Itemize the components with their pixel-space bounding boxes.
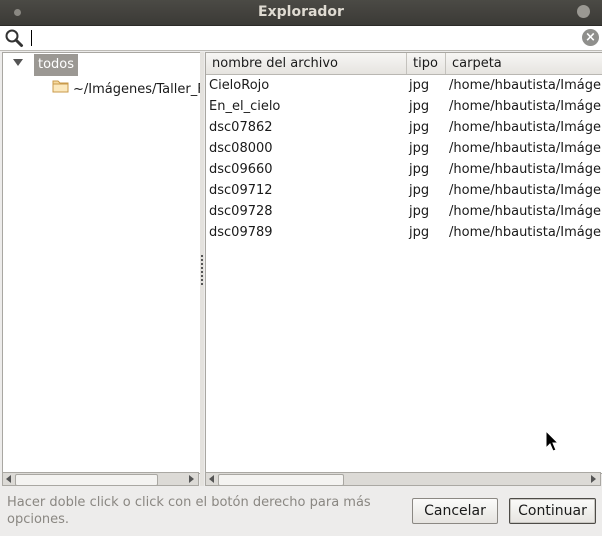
file-table: nombre del archivo tipo carpeta CieloRoj… xyxy=(205,52,602,474)
table-row[interactable]: dsc08000 jpg/home/hbautista/Imágen xyxy=(206,138,602,159)
cell-filename: dsc07862 xyxy=(209,120,273,135)
cell-type: jpg xyxy=(409,225,430,240)
cell-folder: /home/hbautista/Imágen xyxy=(449,99,602,114)
cell-type: jpg xyxy=(409,99,430,114)
explorer-window: Explorador × todos ~/Imágenes/Taller_F n… xyxy=(0,0,602,536)
table-row[interactable]: dsc07862 jpg/home/hbautista/Imágen xyxy=(206,117,602,138)
cell-folder: /home/hbautista/Imágen xyxy=(449,183,602,198)
left-horizontal-scrollbar[interactable] xyxy=(2,472,199,486)
search-input[interactable] xyxy=(28,28,573,48)
cell-type: jpg xyxy=(409,141,430,156)
column-header-type[interactable]: tipo xyxy=(407,53,446,74)
cell-filename: CieloRojo xyxy=(209,78,270,93)
table-row[interactable]: dsc09789 jpg/home/hbautista/Imágen xyxy=(206,222,602,243)
right-horizontal-scrollbar[interactable] xyxy=(205,472,601,486)
table-row[interactable]: dsc09712 jpg/home/hbautista/Imágen xyxy=(206,180,602,201)
scrollbar-thumb[interactable] xyxy=(218,474,344,486)
tree-item-label: ~/Imágenes/Taller_F xyxy=(73,82,201,97)
cell-filename: En_el_cielo xyxy=(209,99,281,114)
table-header: nombre del archivo tipo carpeta xyxy=(206,53,602,75)
tree-item-folder[interactable]: ~/Imágenes/Taller_F xyxy=(52,79,201,100)
cell-filename: dsc09712 xyxy=(209,183,273,198)
cell-folder: /home/hbautista/Imágen xyxy=(449,162,602,177)
cell-folder: /home/hbautista/Imágen xyxy=(449,204,602,219)
folder-tree: todos ~/Imágenes/Taller_F xyxy=(2,52,201,474)
cell-type: jpg xyxy=(409,204,430,219)
search-bar: × xyxy=(0,26,602,51)
scroll-right-icon[interactable] xyxy=(591,475,596,483)
cell-type: jpg xyxy=(409,78,430,93)
cell-filename: dsc09660 xyxy=(209,162,273,177)
maximize-window-icon[interactable] xyxy=(577,5,590,18)
splitter-grip-icon[interactable] xyxy=(201,255,203,287)
cancel-button[interactable]: Cancelar xyxy=(412,498,498,524)
table-row[interactable]: CieloRojo jpg/home/hbautista/Imágen xyxy=(206,75,602,96)
cell-filename: dsc09789 xyxy=(209,225,273,240)
cell-folder: /home/hbautista/Imágen xyxy=(449,120,602,135)
cell-type: jpg xyxy=(409,162,430,177)
cell-folder: /home/hbautista/Imágen xyxy=(449,225,602,240)
scroll-left-icon[interactable] xyxy=(6,475,11,483)
mouse-pointer-icon xyxy=(545,429,561,458)
folder-icon xyxy=(52,79,69,100)
tree-item-todos[interactable]: todos xyxy=(34,54,79,76)
text-caret xyxy=(31,30,32,46)
tree-expander-icon[interactable] xyxy=(13,59,23,66)
title-bar[interactable]: Explorador xyxy=(0,0,602,26)
table-row[interactable]: dsc09660 jpg/home/hbautista/Imágen xyxy=(206,159,602,180)
cell-filename: dsc08000 xyxy=(209,141,273,156)
cell-type: jpg xyxy=(409,120,430,135)
scroll-left-icon[interactable] xyxy=(209,475,214,483)
cell-folder: /home/hbautista/Imágen xyxy=(449,141,602,156)
window-title: Explorador xyxy=(258,4,344,20)
table-row[interactable]: En_el_cielo jpg/home/hbautista/Imágen xyxy=(206,96,602,117)
hint-text: Hacer doble click o click con el botón d… xyxy=(7,495,371,527)
table-row[interactable]: dsc09728 jpg/home/hbautista/Imágen xyxy=(206,201,602,222)
continue-button[interactable]: Continuar xyxy=(509,498,596,524)
scroll-right-icon[interactable] xyxy=(189,475,194,483)
clear-search-icon[interactable]: × xyxy=(582,29,599,46)
cell-filename: dsc09728 xyxy=(209,204,273,219)
scrollbar-thumb[interactable] xyxy=(15,474,158,486)
cell-folder: /home/hbautista/Imágen xyxy=(449,78,602,93)
search-icon xyxy=(4,28,24,52)
column-header-name[interactable]: nombre del archivo xyxy=(206,53,407,74)
column-header-folder[interactable]: carpeta xyxy=(446,53,602,74)
cell-type: jpg xyxy=(409,183,430,198)
